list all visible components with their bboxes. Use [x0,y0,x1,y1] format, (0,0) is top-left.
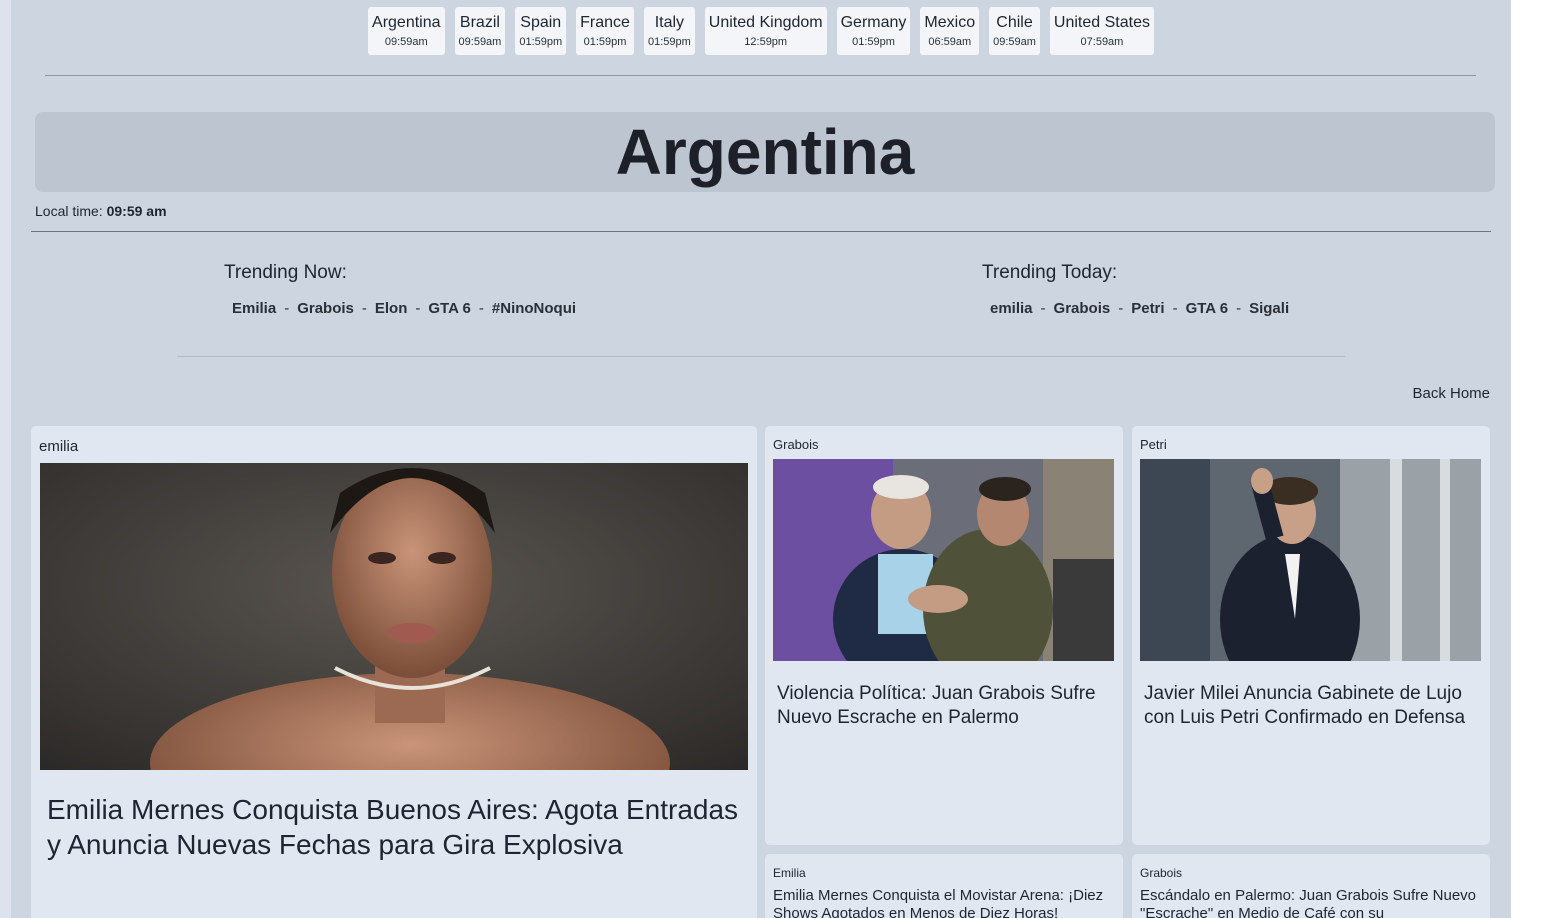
trend-separator: - [284,300,290,317]
trend-link[interactable]: Grabois [1054,300,1111,317]
article-tag: Petri [1140,437,1167,452]
trending-today-list: emilia - Grabois - Petri - GTA 6 - Sigal… [990,300,1289,317]
article-image [40,463,748,770]
country-name: Argentina [372,14,441,31]
back-home-link[interactable]: Back Home [1412,385,1490,402]
article-tag: emilia [39,438,79,455]
trend-link[interactable]: GTA 6 [1186,300,1229,317]
trend-separator: - [415,300,421,317]
trending-now-heading: Trending Now: [224,262,347,283]
country-time: 01:59pm [852,36,895,48]
country-chip-germany[interactable]: Germany 01:59pm [836,7,911,55]
article-card[interactable]: Emilia Emilia Mernes Conquista el Movist… [765,854,1123,918]
country-chip-brazil[interactable]: Brazil 09:59am [454,7,506,55]
country-name: Italy [654,14,685,31]
title-banner: Argentina [35,112,1495,192]
article-tag: Emilia [773,866,806,880]
article-card[interactable]: Grabois Violencia Política: Juan Grabois… [765,426,1123,845]
local-time: Local time: 09:59 am [35,203,167,219]
trend-link[interactable]: Grabois [297,300,354,317]
article-card[interactable]: Grabois Escándalo en Palermo: Juan Grabo… [1132,854,1490,918]
article-title: Emilia Mernes Conquista el Movistar Aren… [773,887,1104,918]
trend-link[interactable]: Petri [1131,300,1164,317]
country-nav: Argentina 09:59am Brazil 09:59am Spain 0… [11,7,1511,55]
article-tag: Grabois [773,437,819,452]
country-chip-united-kingdom[interactable]: United Kingdom 12:59pm [704,7,827,55]
divider [45,75,1476,76]
country-chip-mexico[interactable]: Mexico 06:59am [920,7,980,55]
page: Argentina 09:59am Brazil 09:59am Spain 0… [11,0,1511,918]
trend-link[interactable]: #NinoNoqui [492,300,576,317]
trend-link[interactable]: Sigali [1249,300,1289,317]
country-name: Spain [520,14,562,31]
trend-link[interactable]: Emilia [232,300,276,317]
country-name: United States [1053,14,1150,31]
divider [177,356,1345,357]
trend-link[interactable]: GTA 6 [428,300,471,317]
country-name: Germany [840,14,907,31]
country-time: 09:59am [384,36,428,48]
country-time: 01:59pm [583,36,627,48]
article-title: Escándalo en Palermo: Juan Grabois Sufre… [1140,887,1477,918]
article-image [1140,459,1481,661]
article-title: Emilia Mernes Conquista Buenos Aires: Ag… [47,794,739,860]
trending-today-heading: Trending Today: [982,262,1118,283]
trending-now: Trending Now: Emilia - Grabois - Elon - … [224,262,576,317]
local-time-value: 09:59 am [106,203,167,219]
trend-separator: - [478,300,484,317]
article-title: Javier Milei Anuncia Gabinete de Lujo co… [1144,683,1466,728]
country-chip-spain[interactable]: Spain 01:59pm [515,7,567,55]
divider [31,231,1491,232]
country-time: 01:59pm [647,36,691,48]
country-name: Brazil [459,14,500,31]
trend-separator: - [1118,300,1124,317]
article-image [773,459,1114,661]
country-name: France [580,14,630,31]
trend-separator: - [361,300,367,317]
page-gutter [1511,0,1558,918]
page-title: Argentina [615,116,915,188]
country-time: 12:59pm [744,36,788,48]
country-time: 09:59am [993,36,1036,48]
country-name: United Kingdom [708,14,823,31]
country-time: 06:59am [928,36,972,48]
trend-link[interactable]: Elon [375,300,408,317]
country-chip-france[interactable]: France 01:59pm [576,7,634,55]
trend-separator: - [1172,300,1178,317]
country-time: 01:59pm [519,36,563,48]
country-chip-united-states[interactable]: United States 07:59am [1049,7,1154,55]
country-name: Mexico [924,14,976,31]
country-time: 07:59am [1080,36,1124,48]
country-chip-italy[interactable]: Italy 01:59pm [643,7,695,55]
trend-separator: - [1236,300,1242,317]
country-time: 09:59am [458,36,502,48]
article-card[interactable]: Petri Javier Milei Anuncia Gabinete de L… [1132,426,1490,845]
trending-today: Trending Today: emilia - Grabois - Petri… [982,262,1289,317]
trending-now-list: Emilia - Grabois - Elon - GTA 6 - #NinoN… [232,300,576,317]
country-chip-chile[interactable]: Chile 09:59am [989,7,1040,55]
local-time-label: Local time: [35,203,103,219]
country-chip-argentina[interactable]: Argentina 09:59am [368,7,445,55]
article-card-featured[interactable]: emilia Emilia Mernes Conquista Buenos Ai… [31,426,757,918]
trend-separator: - [1040,300,1046,317]
country-name: Chile [996,14,1033,31]
article-title: Violencia Política: Juan Grabois Sufre N… [777,683,1096,728]
trend-link[interactable]: emilia [990,300,1033,317]
article-tag: Grabois [1140,866,1183,880]
